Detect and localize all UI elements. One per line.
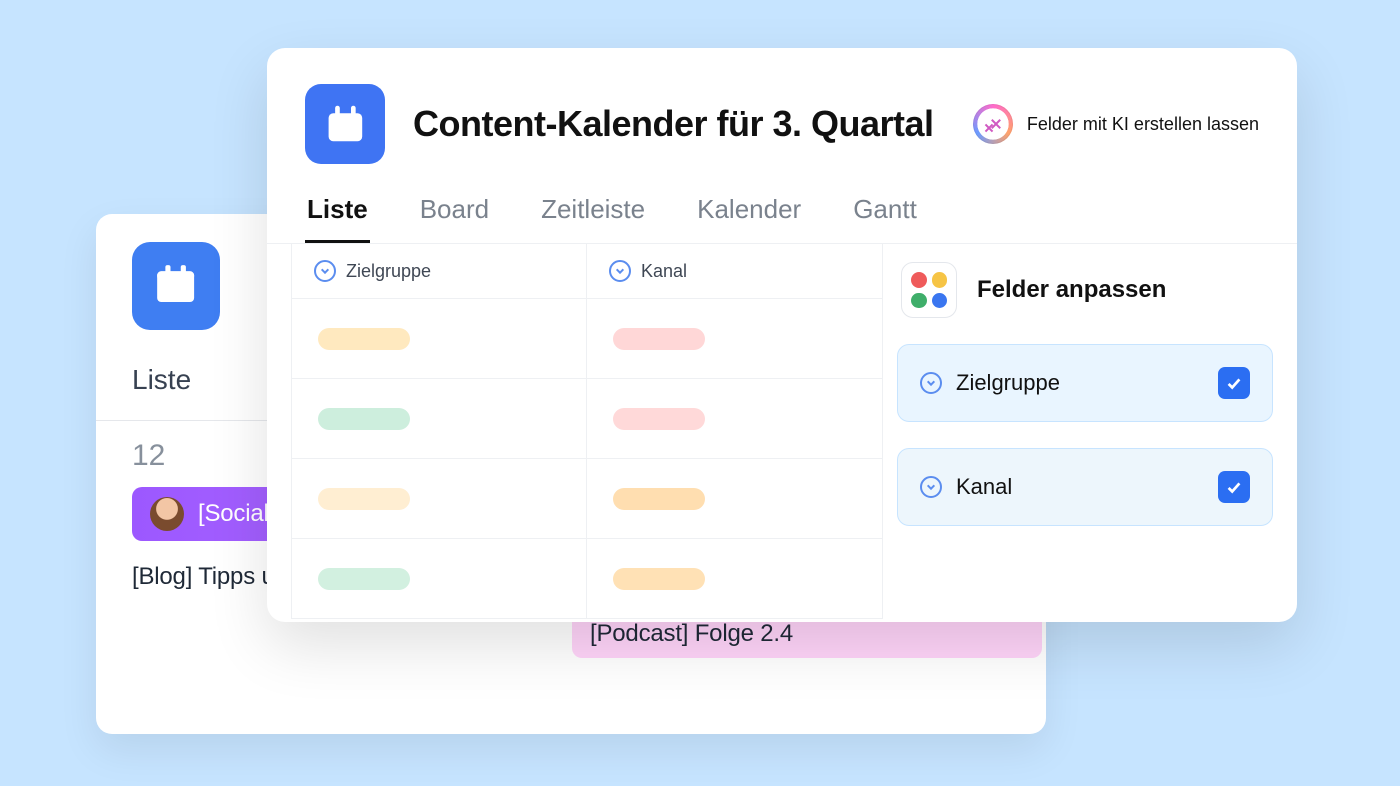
field-toggle-kanal[interactable]: Kanal [897,448,1273,526]
column-kanal: Kanal [587,244,883,619]
cell[interactable] [292,539,586,619]
field-toggle-zielgruppe[interactable]: Zielgruppe [897,344,1273,422]
chevron-down-icon [609,260,631,282]
value-chip [613,408,705,430]
chevron-down-icon [920,476,942,498]
ai-button-label: Felder mit KI erstellen lassen [1027,114,1259,135]
value-chip [318,328,410,350]
chevron-down-icon [920,372,942,394]
cell[interactable] [292,459,586,539]
checkbox-checked[interactable] [1218,367,1250,399]
panel-title: Felder anpassen [977,276,1166,304]
customize-fields-panel: Felder anpassen Zielgruppe Kanal [897,262,1273,552]
column-header[interactable]: Zielgruppe [292,244,586,299]
cell[interactable] [292,299,586,379]
column-header[interactable]: Kanal [587,244,882,299]
cell[interactable] [587,459,882,539]
value-chip [613,488,705,510]
value-chip [318,408,410,430]
cell[interactable] [587,299,882,379]
project-window: Content-Kalender für 3. Quartal Felder m… [267,48,1297,622]
tab-zeitleiste[interactable]: Zeitleiste [539,194,647,243]
tab-gantt[interactable]: Gantt [851,194,919,243]
page-title: Content-Kalender für 3. Quartal [413,103,945,145]
value-chip [318,568,410,590]
tab-liste[interactable]: Liste [305,194,370,243]
value-chip [613,568,705,590]
task-label: [Podcast] Folge 2.4 [590,620,793,648]
tab-board[interactable]: Board [418,194,491,243]
sparkle-icon [973,104,1013,144]
field-label: Kanal [956,474,1012,500]
ai-generate-fields-button[interactable]: Felder mit KI erstellen lassen [973,104,1259,144]
checkbox-checked[interactable] [1218,471,1250,503]
value-chip [613,328,705,350]
column-zielgruppe: Zielgruppe [291,244,587,619]
view-tabs: Liste Board Zeitleiste Kalender Gantt [267,194,1297,244]
fields-icon [901,262,957,318]
calendar-app-icon [305,84,385,164]
cell[interactable] [587,379,882,459]
tab-kalender[interactable]: Kalender [695,194,803,243]
cell[interactable] [587,539,882,619]
calendar-app-icon [132,242,220,330]
column-label: Kanal [641,261,687,282]
cell[interactable] [292,379,586,459]
avatar [150,497,184,531]
field-label: Zielgruppe [956,370,1060,396]
value-chip [318,488,410,510]
chevron-down-icon [314,260,336,282]
column-label: Zielgruppe [346,261,431,282]
